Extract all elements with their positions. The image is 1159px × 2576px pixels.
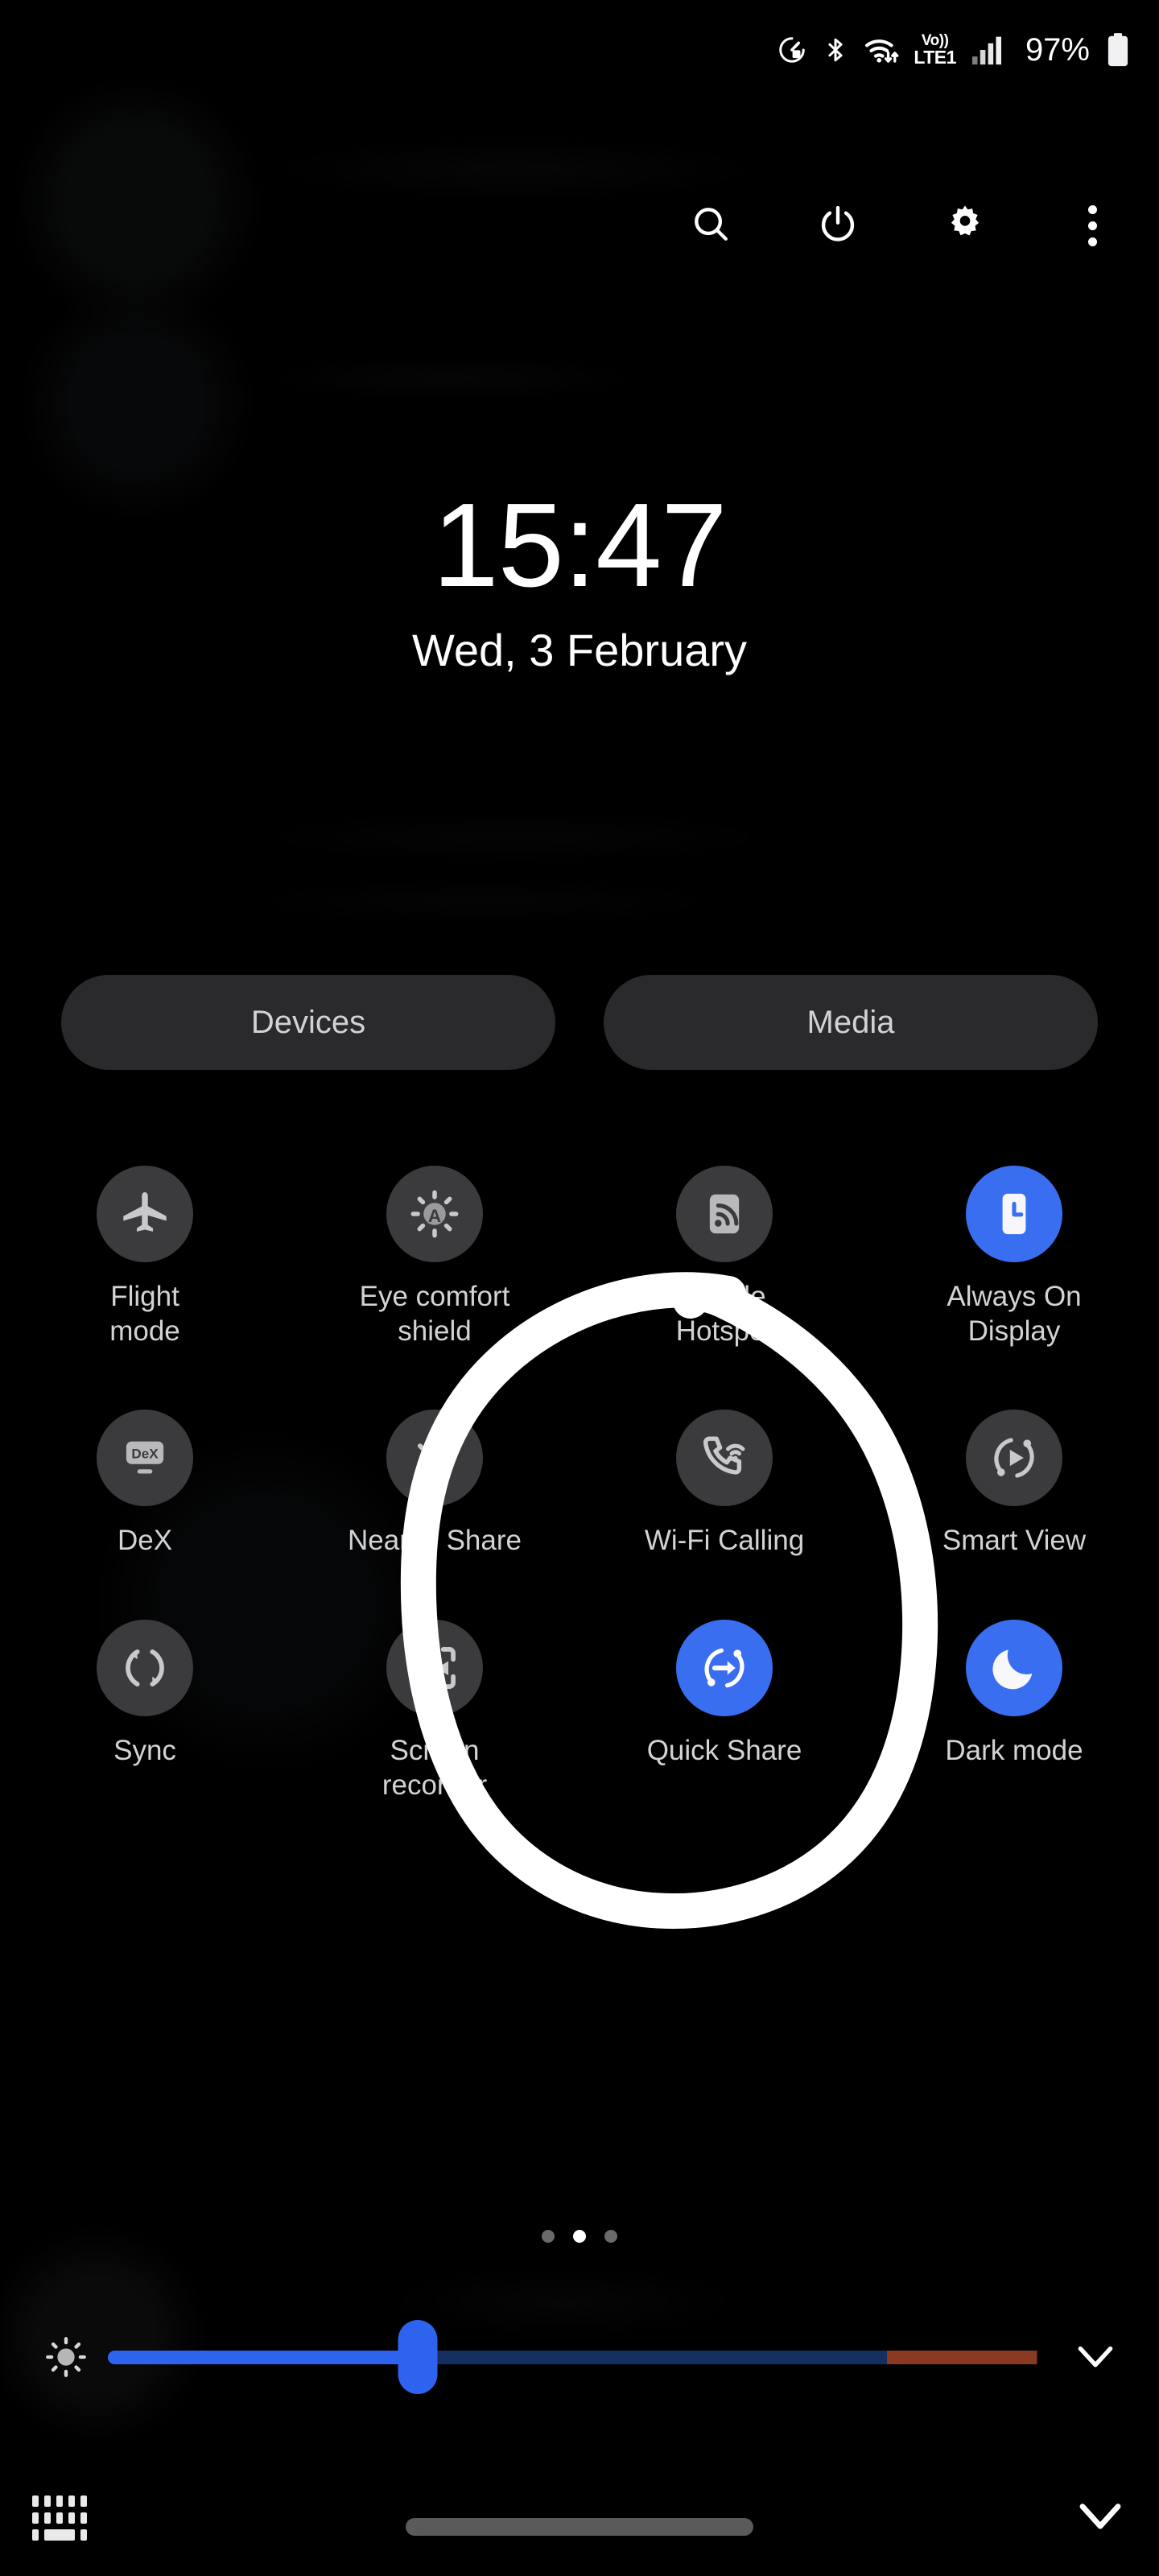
bluetooth-icon bbox=[822, 35, 849, 65]
svg-text:A: A bbox=[428, 1206, 441, 1226]
clock-date: Wed, 3 February bbox=[412, 624, 747, 676]
tile-smart-view[interactable]: Smart View bbox=[869, 1410, 1159, 1558]
dark-mode-icon bbox=[966, 1620, 1062, 1716]
brightness-row bbox=[0, 2318, 1159, 2396]
sync-icon bbox=[97, 1620, 193, 1716]
more-options-icon bbox=[1088, 205, 1097, 246]
always-on-display-icon bbox=[966, 1166, 1062, 1262]
devices-button[interactable]: Devices bbox=[61, 975, 555, 1070]
devices-label: Devices bbox=[251, 1005, 365, 1041]
battery-percentage: 97% bbox=[1025, 32, 1090, 68]
eye-comfort-icon: A bbox=[386, 1166, 483, 1262]
tile-wifi-calling[interactable]: Wi-Fi Calling bbox=[580, 1410, 869, 1558]
page-dot-2[interactable] bbox=[573, 2230, 586, 2243]
settings-button[interactable] bbox=[940, 200, 990, 250]
brightness-icon bbox=[29, 2334, 103, 2380]
gear-icon bbox=[944, 203, 986, 249]
power-icon bbox=[818, 204, 858, 248]
tile-label: Always OnDisplay bbox=[947, 1280, 1081, 1348]
page-dot-1[interactable] bbox=[542, 2230, 555, 2243]
bottom-bar bbox=[0, 2479, 1159, 2557]
page-dot-3[interactable] bbox=[604, 2230, 617, 2243]
quick-settings-toolbar bbox=[0, 197, 1159, 254]
tile-eye-comfort-shield[interactable]: A Eye comfortshield bbox=[290, 1166, 580, 1348]
tile-quick-share[interactable]: Quick Share bbox=[580, 1620, 869, 1802]
tile-screen-recorder[interactable]: Screenrecorder bbox=[290, 1620, 580, 1802]
search-icon bbox=[691, 204, 731, 248]
search-button[interactable] bbox=[686, 200, 736, 250]
smart-view-icon bbox=[966, 1410, 1062, 1506]
tile-label: MobileHotspot bbox=[676, 1280, 773, 1348]
tile-label: Sync bbox=[113, 1734, 176, 1769]
tile-label: Dark mode bbox=[945, 1734, 1083, 1769]
keyboard-icon[interactable] bbox=[32, 2496, 82, 2541]
brightness-track[interactable] bbox=[108, 2351, 1046, 2364]
tile-label: Wi-Fi Calling bbox=[645, 1524, 804, 1558]
tile-label: Smart View bbox=[942, 1524, 1086, 1558]
media-button[interactable]: Media bbox=[604, 975, 1098, 1070]
quick-settings-panel: Vo)) LTE1 97% bbox=[0, 0, 1159, 2576]
data-saver-icon bbox=[777, 35, 807, 65]
tile-sync[interactable]: Sync bbox=[0, 1620, 290, 1802]
devices-media-row: Devices Media bbox=[61, 975, 1098, 1070]
tile-flight-mode[interactable]: Flightmode bbox=[0, 1166, 290, 1348]
chevron-down-icon bbox=[1073, 2341, 1118, 2373]
brightness-expand-button[interactable] bbox=[1051, 2341, 1140, 2373]
tile-always-on-display[interactable]: Always OnDisplay bbox=[869, 1166, 1159, 1348]
quick-settings-tiles: Flightmode A Eye comfortshield bbox=[0, 1166, 1159, 1802]
wifi-calling-icon bbox=[676, 1410, 773, 1506]
tile-label: Flightmode bbox=[109, 1280, 180, 1348]
tile-label: DeX bbox=[118, 1524, 172, 1558]
airplane-icon bbox=[97, 1166, 193, 1262]
dex-icon: DeX bbox=[97, 1410, 193, 1506]
nearby-share-icon bbox=[386, 1410, 483, 1506]
tile-label: Quick Share bbox=[647, 1734, 802, 1769]
brightness-slider[interactable] bbox=[108, 2318, 1046, 2396]
brightness-thumb[interactable] bbox=[398, 2320, 437, 2394]
battery-icon bbox=[1106, 32, 1130, 68]
home-indicator[interactable] bbox=[406, 2518, 753, 2536]
status-bar: Vo)) LTE1 97% bbox=[0, 0, 1159, 100]
wifi-icon bbox=[864, 34, 901, 66]
page-indicator[interactable] bbox=[0, 2230, 1159, 2243]
media-label: Media bbox=[807, 1005, 895, 1041]
tile-nearby-share[interactable]: Nearby Share bbox=[290, 1410, 580, 1558]
tile-label: Nearby Share bbox=[348, 1524, 522, 1558]
signal-bars-icon bbox=[971, 34, 1006, 66]
hotspot-icon bbox=[676, 1166, 773, 1262]
tile-dark-mode[interactable]: Dark mode bbox=[869, 1620, 1159, 1802]
tile-dex[interactable]: DeX DeX bbox=[0, 1410, 290, 1558]
svg-text:DeX: DeX bbox=[131, 1447, 159, 1462]
screen-recorder-icon bbox=[386, 1620, 483, 1716]
chevron-down-icon bbox=[1074, 2497, 1127, 2536]
brightness-fill bbox=[108, 2351, 418, 2364]
tile-label: Screenrecorder bbox=[382, 1734, 487, 1802]
clock-area: 15:47 Wed, 3 February bbox=[0, 483, 1159, 676]
tile-label: Eye comfortshield bbox=[360, 1280, 510, 1348]
power-button[interactable] bbox=[813, 200, 863, 250]
more-options-button[interactable] bbox=[1067, 200, 1117, 250]
quick-share-icon bbox=[676, 1620, 773, 1716]
collapse-panel-button[interactable] bbox=[1074, 2497, 1127, 2540]
tile-mobile-hotspot[interactable]: MobileHotspot bbox=[580, 1166, 869, 1348]
clock-time: 15:47 bbox=[432, 483, 726, 608]
volte-icon: Vo)) LTE1 bbox=[914, 33, 956, 67]
